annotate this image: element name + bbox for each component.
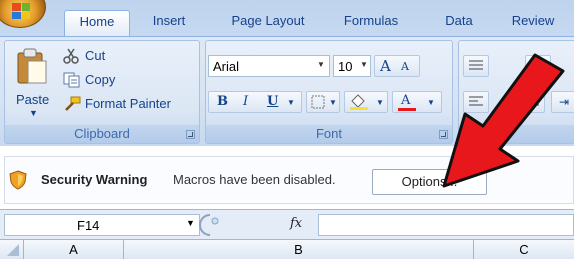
tab-page-layout[interactable]: Page Layout [218, 10, 318, 36]
tab-formulas[interactable]: Formulas [333, 10, 409, 36]
name-box[interactable]: F14 [4, 214, 200, 236]
scissors-icon [63, 48, 79, 64]
font-color-dropdown-icon: ▼ [427, 98, 435, 107]
shield-icon [9, 170, 27, 190]
tab-data[interactable]: Data [433, 10, 485, 36]
select-all-icon [7, 244, 19, 256]
office-button[interactable] [0, 0, 46, 28]
orientation-icon: ≫ [531, 59, 545, 73]
cut-button[interactable]: Cut [63, 47, 143, 67]
align-right-button[interactable] [519, 91, 545, 113]
font-launcher-icon[interactable] [439, 130, 448, 139]
formula-bar-handle-icon[interactable] [198, 213, 222, 237]
underline-dropdown-icon[interactable]: ▼ [287, 93, 295, 113]
align-left-icon [469, 96, 483, 106]
fx-button[interactable]: fx [290, 216, 302, 231]
ribbon-tab-bar: Home Insert Page Layout Formulas Data Re… [0, 0, 574, 36]
alignment-group-label [459, 125, 574, 143]
font-group-label: Font [206, 125, 452, 143]
indent-icon: ⇥ [558, 95, 570, 109]
paint-bucket-icon [350, 94, 368, 110]
grow-font-button[interactable]: A [380, 56, 391, 76]
tab-home[interactable]: Home [64, 10, 130, 36]
paste-dropdown-icon[interactable]: ▼ [29, 108, 38, 118]
font-size-combo[interactable]: 10 ▼ [333, 55, 371, 77]
column-header-a[interactable]: A [24, 240, 124, 259]
formula-bar: F14 ▼ fx [0, 210, 574, 240]
select-all-corner[interactable] [0, 240, 24, 259]
align-left-button[interactable] [463, 91, 489, 113]
font-size-value: 10 [338, 59, 353, 74]
format-painter-label: Format Painter [85, 96, 171, 111]
copy-icon [63, 72, 80, 88]
name-box-value: F14 [77, 218, 100, 233]
font-color-swatch [398, 108, 416, 111]
paste-button[interactable]: Paste ▼ [9, 45, 55, 125]
font-color-button[interactable]: A ▼ [392, 91, 442, 113]
borders-button[interactable]: ▼ [306, 91, 340, 113]
security-warning-panel: Security Warning Macros have been disabl… [4, 156, 574, 204]
borders-dropdown-icon: ▼ [329, 98, 337, 107]
name-box-dropdown-icon[interactable]: ▼ [186, 218, 195, 228]
clipboard-group-label: Clipboard [5, 125, 199, 143]
ribbon: Paste ▼ Cut Copy Format Painter Clipboar… [0, 36, 574, 146]
format-painter-button[interactable]: Format Painter [63, 95, 197, 115]
excel-window: Home Insert Page Layout Formulas Data Re… [0, 0, 574, 259]
orientation-button[interactable]: ≫ [525, 55, 551, 77]
italic-button[interactable]: I [243, 92, 248, 112]
tab-insert[interactable]: Insert [141, 10, 197, 36]
column-header-b[interactable]: B [124, 240, 474, 259]
security-warning-title: Security Warning [41, 172, 148, 187]
font-size-dropdown-icon[interactable]: ▼ [360, 60, 368, 69]
clipboard-launcher-icon[interactable] [186, 130, 195, 139]
fill-color-button[interactable]: ▼ [344, 91, 388, 113]
column-header-c[interactable]: C [474, 240, 574, 259]
align-top-button[interactable] [463, 55, 489, 77]
borders-icon [311, 95, 325, 109]
clipboard-group: Paste ▼ Cut Copy Format Painter Clipboar… [4, 40, 200, 144]
formula-input[interactable] [318, 214, 574, 236]
font-group: Arial ▼ 10 ▼ A A B I U ▼ ▼ ▼ A ▼ Font [205, 40, 453, 144]
font-name-value: Arial [213, 59, 240, 74]
shrink-font-button[interactable]: A [401, 57, 409, 77]
copy-button[interactable]: Copy [63, 71, 143, 91]
font-name-dropdown-icon[interactable]: ▼ [317, 60, 325, 69]
font-grow-shrink-group: A A [374, 55, 420, 77]
security-warning-message: Macros have been disabled. [173, 172, 336, 187]
indent-button[interactable]: ⇥ [551, 91, 574, 113]
options-button[interactable]: Options... [372, 169, 487, 195]
font-name-combo[interactable]: Arial ▼ [208, 55, 330, 77]
paste-label: Paste [16, 92, 50, 107]
copy-label: Copy [85, 72, 116, 87]
cut-label: Cut [85, 48, 106, 63]
alignment-group: ≫ ⇥ [458, 40, 574, 144]
fill-color-dropdown-icon: ▼ [376, 98, 384, 107]
align-right-icon [525, 96, 539, 106]
security-warning-bar: Security Warning Macros have been disabl… [0, 150, 574, 210]
paintbrush-icon [65, 96, 81, 111]
tab-review[interactable]: Review [500, 10, 566, 36]
underline-button[interactable]: U [267, 92, 278, 112]
office-logo-icon [12, 3, 30, 19]
paste-icon [17, 48, 47, 84]
align-top-icon [469, 60, 483, 70]
font-style-group: B I U ▼ [208, 91, 302, 113]
bold-button[interactable]: B [217, 92, 228, 112]
